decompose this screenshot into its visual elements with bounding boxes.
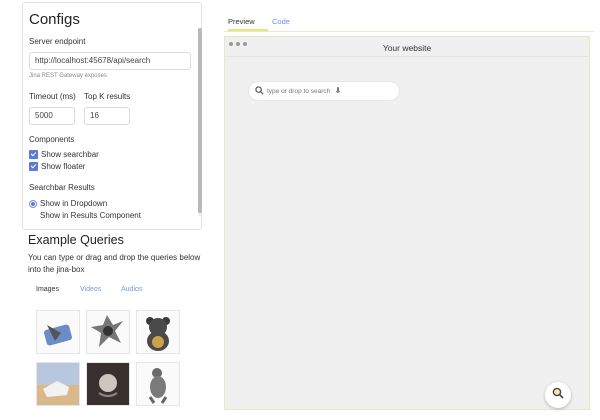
example-image-5[interactable] bbox=[86, 362, 130, 406]
tab-code[interactable]: Code bbox=[272, 17, 290, 26]
examples-title: Example Queries bbox=[28, 233, 124, 247]
show-searchbar-checkbox[interactable]: Show searchbar bbox=[29, 150, 99, 159]
show-searchbar-label: Show searchbar bbox=[41, 150, 99, 159]
server-hint: Jina REST Gateway exposes bbox=[29, 73, 107, 79]
search-icon bbox=[552, 386, 564, 404]
example-image-6[interactable] bbox=[136, 362, 180, 406]
checkbox-icon bbox=[29, 150, 38, 159]
components-label: Components bbox=[29, 135, 75, 144]
tab-divider bbox=[224, 31, 594, 32]
website-title: Your website bbox=[382, 43, 432, 53]
show-floater-label: Show floater bbox=[41, 162, 86, 171]
tab-audios[interactable]: Audios bbox=[121, 286, 142, 293]
radio-icon bbox=[29, 199, 37, 208]
examples-description: You can type or drag and drop the querie… bbox=[28, 253, 201, 274]
checkbox-icon bbox=[29, 162, 38, 171]
tab-videos[interactable]: Videos bbox=[80, 286, 101, 293]
tab-images[interactable]: Images bbox=[36, 286, 59, 293]
preview-panel: Preview Code Your website type or drop t… bbox=[212, 0, 598, 420]
show-results-label: Show in Results Component bbox=[40, 211, 141, 220]
example-image-2[interactable] bbox=[86, 310, 130, 354]
configs-panel: Configs Server endpoint http://localhost… bbox=[0, 0, 210, 420]
show-dropdown-radio[interactable]: Show in Dropdown bbox=[29, 199, 107, 208]
show-dropdown-label: Show in Dropdown bbox=[40, 199, 108, 208]
server-endpoint-label: Server endpoint bbox=[29, 37, 86, 46]
floating-search-button[interactable] bbox=[545, 382, 571, 408]
configs-box: Configs Server endpoint http://localhost… bbox=[22, 2, 202, 230]
topk-label: Top K results bbox=[84, 92, 131, 101]
tab-preview[interactable]: Preview bbox=[228, 17, 255, 26]
website-preview: Your website type or drop to search bbox=[224, 36, 590, 410]
timeout-label: Timeout (ms) bbox=[29, 92, 76, 101]
search-placeholder[interactable]: type or drop to search bbox=[267, 88, 330, 95]
example-image-4[interactable] bbox=[36, 362, 80, 406]
search-icon bbox=[255, 82, 264, 100]
microphone-icon[interactable] bbox=[335, 82, 341, 100]
jina-searchbar[interactable]: type or drop to search bbox=[249, 82, 399, 100]
topk-input[interactable]: 16 bbox=[84, 107, 130, 125]
results-label: Searchbar Results bbox=[29, 183, 95, 192]
configs-scrollbar-thumb[interactable] bbox=[198, 28, 202, 213]
server-endpoint-input[interactable]: http://localhost:45678/api/search bbox=[29, 52, 191, 70]
timeout-input[interactable]: 5000 bbox=[29, 107, 75, 125]
titlebar-divider bbox=[225, 56, 589, 57]
example-image-1[interactable] bbox=[36, 310, 80, 354]
configs-title: Configs bbox=[29, 11, 80, 28]
show-floater-checkbox[interactable]: Show floater bbox=[29, 162, 85, 171]
example-image-3[interactable] bbox=[136, 310, 180, 354]
show-results-radio[interactable]: Show in Results Component bbox=[29, 211, 141, 220]
